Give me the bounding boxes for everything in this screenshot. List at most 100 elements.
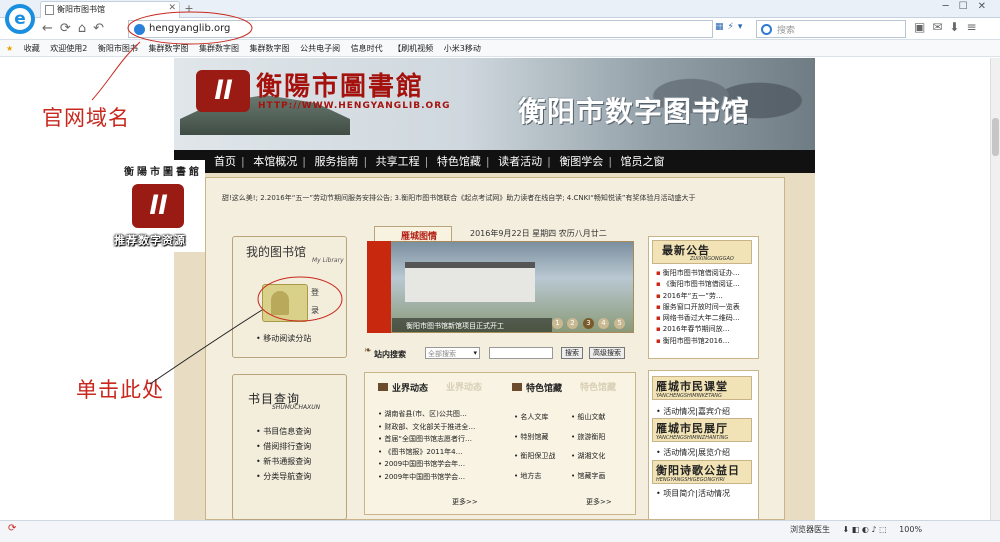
- favorite-item[interactable]: 集群数字图: [199, 44, 239, 53]
- puzzle-icon[interactable]: ▣: [914, 20, 932, 34]
- grid-icon[interactable]: ▦: [715, 22, 728, 32]
- browser-logo-icon[interactable]: e: [5, 4, 35, 34]
- favorite-item[interactable]: 集群数字图: [250, 44, 290, 53]
- new-tab-button[interactable]: +: [182, 2, 196, 16]
- business-item[interactable]: 首届“全国图书馆志愿者行…: [384, 435, 472, 443]
- catalog-item[interactable]: 新书通报查询: [263, 457, 311, 466]
- notice-item[interactable]: 衡阳市图书馆2016…: [656, 337, 730, 345]
- site-search-select[interactable]: 全部搜索 ▾: [425, 347, 480, 359]
- current-date: 2016年9月22日 星期四 农历八月廿二: [470, 229, 607, 238]
- scrollbar-thumb[interactable]: [992, 118, 999, 156]
- nav-shared[interactable]: 共享工程: [376, 155, 420, 168]
- featured-more-link[interactable]: 更多>>: [586, 497, 612, 507]
- site-logo-text[interactable]: 衡陽市圖書館: [256, 66, 424, 103]
- advanced-search-button[interactable]: 高级搜索: [589, 347, 625, 359]
- favorite-item[interactable]: 集群数字图: [148, 44, 188, 53]
- zoom-level[interactable]: 100%: [899, 525, 922, 534]
- catalog-item[interactable]: 书目信息查询: [263, 427, 311, 436]
- notice-item[interactable]: 衡阳市图书馆借阅证办…: [656, 269, 740, 277]
- citizen-hall-title[interactable]: 雁城市民展厅: [656, 420, 728, 436]
- citizen-class-title[interactable]: 雁城市民课堂: [656, 378, 728, 394]
- featured-item[interactable]: 旅游衡阳: [577, 433, 605, 441]
- citizen-hall-link[interactable]: 活动情况|展览介绍: [663, 448, 730, 457]
- mobile-reading-label[interactable]: 移动阅读分站: [263, 334, 311, 343]
- catalog-item[interactable]: 分类导航查询: [263, 472, 311, 481]
- site-search-input[interactable]: [489, 347, 553, 359]
- window-controls[interactable]: ─☐✕: [943, 1, 996, 12]
- business-item[interactable]: 2009中国图书馆学会年…: [384, 460, 465, 468]
- notice-item[interactable]: 网络书香过大年二维码…: [656, 314, 740, 322]
- featured-item[interactable]: 地方志: [520, 472, 541, 480]
- menu-icon[interactable]: ≡: [966, 20, 983, 34]
- featured-item[interactable]: 衡阳保卫战: [520, 452, 555, 460]
- featured-item[interactable]: 船山文献: [577, 413, 605, 421]
- nav-collections[interactable]: 特色馆藏: [437, 155, 481, 168]
- nav-society[interactable]: 衡图学会: [559, 155, 603, 168]
- favorite-item[interactable]: 收藏: [24, 44, 40, 53]
- featured-item[interactable]: 馆藏字画: [577, 472, 605, 480]
- site-search-button[interactable]: 搜索: [561, 347, 583, 359]
- nav-services[interactable]: 服务指南: [314, 155, 358, 168]
- favorite-item[interactable]: 公共电子阅: [300, 44, 340, 53]
- featured-item[interactable]: 特别馆藏: [520, 433, 548, 441]
- slide-page-button-active[interactable]: 3: [583, 318, 594, 329]
- business-item[interactable]: 《图书馆报》2011年4…: [384, 448, 462, 456]
- favorite-item[interactable]: 欢迎使用2: [50, 44, 87, 53]
- star-icon: ★: [6, 44, 14, 53]
- news-ticker[interactable]: 甜!这么美!; 2.2016年“五一”劳动节期间服务安排公告; 3.衡阳市图书馆…: [222, 193, 768, 204]
- catalog-list: • 书目信息查询 • 借阅排行查询 • 新书通报查询 • 分类导航查询: [256, 427, 312, 481]
- slide-page-button[interactable]: 1: [552, 318, 563, 329]
- browser-search-box[interactable]: 搜索: [756, 20, 906, 38]
- slide-caption[interactable]: 衡阳市图书馆新馆项目正式开工: [392, 318, 552, 332]
- business-item[interactable]: 财政部、文化部关于推进全…: [384, 423, 475, 431]
- nav-buttons[interactable]: ←⟳⌂↶: [42, 21, 111, 36]
- status-icon-group[interactable]: ⬇ ◧ ◐ ♪ ⬚: [843, 525, 887, 534]
- slide-page-button[interactable]: 2: [567, 318, 578, 329]
- notice-item[interactable]: 2016年“五一”劳…: [656, 292, 723, 300]
- dropdown-icon[interactable]: ▾: [738, 22, 747, 32]
- news-tab[interactable]: 雁城图情: [374, 226, 452, 242]
- back-icon[interactable]: ←: [42, 21, 60, 36]
- featured-item[interactable]: 湖湘文化: [577, 452, 605, 460]
- favorite-item[interactable]: 【刷机视频: [393, 44, 433, 53]
- mobile-reading-link[interactable]: • 移动阅读分站: [256, 333, 311, 344]
- poetry-day-link[interactable]: 项目简介|活动情况: [663, 489, 730, 498]
- slide-page-button[interactable]: 5: [614, 318, 625, 329]
- url-text[interactable]: hengyanglib.org: [149, 23, 230, 34]
- mail-icon[interactable]: ✉: [932, 20, 949, 34]
- browser-doctor-link[interactable]: 浏览器医生: [790, 525, 830, 534]
- favorite-item[interactable]: 信息时代: [351, 44, 383, 53]
- notice-item[interactable]: 2016年春节期间放…: [656, 325, 730, 333]
- login-button[interactable]: [262, 284, 308, 322]
- library-logo-icon[interactable]: ll: [196, 70, 250, 112]
- refresh-icon[interactable]: ⟳: [60, 21, 78, 36]
- login-label[interactable]: 登录: [311, 284, 321, 320]
- notice-item[interactable]: 《衡阳市图书馆借阅证…: [656, 280, 740, 288]
- notice-item[interactable]: 服务窗口开放时间一览表: [656, 303, 740, 311]
- poetry-day-title[interactable]: 衡阳诗歌公益日: [656, 462, 740, 478]
- nav-home[interactable]: 首页: [214, 155, 236, 168]
- business-item[interactable]: 2009年中国图书馆学会…: [384, 473, 465, 481]
- citizen-class-link[interactable]: 活动情况|嘉宾介绍: [663, 407, 730, 416]
- catalog-item[interactable]: 借阅排行查询: [263, 442, 311, 451]
- address-bar[interactable]: hengyanglib.org: [128, 20, 713, 38]
- download-icon[interactable]: ⬇: [949, 20, 966, 34]
- lightning-icon[interactable]: ⚡: [728, 22, 738, 32]
- nav-about[interactable]: 本馆概况: [253, 155, 297, 168]
- favorite-item[interactable]: 衡阳市图书: [98, 44, 138, 53]
- close-tab-icon[interactable]: ✕: [168, 3, 176, 13]
- favorite-item[interactable]: 小米3移动: [444, 44, 481, 53]
- business-ghost-title: 业界动态: [446, 383, 483, 393]
- status-left-icon[interactable]: ⟳: [8, 523, 16, 534]
- business-more-link[interactable]: 更多>>: [452, 497, 478, 507]
- undo-icon[interactable]: ↶: [93, 21, 111, 36]
- featured-item[interactable]: 名人文库: [520, 413, 548, 421]
- business-item[interactable]: 湖南省县(市、区)公共图…: [384, 410, 466, 418]
- nav-activities[interactable]: 读者活动: [498, 155, 542, 168]
- browser-tab[interactable]: 衡阳市图书馆 ✕: [40, 1, 180, 18]
- slide-page-button[interactable]: 4: [598, 318, 609, 329]
- home-icon[interactable]: ⌂: [78, 21, 93, 36]
- toolbar-icons[interactable]: ▣✉⬇≡: [914, 20, 984, 34]
- nav-staff[interactable]: 馆员之窗: [621, 155, 665, 168]
- address-bar-tools[interactable]: ▦⚡▾: [715, 22, 746, 32]
